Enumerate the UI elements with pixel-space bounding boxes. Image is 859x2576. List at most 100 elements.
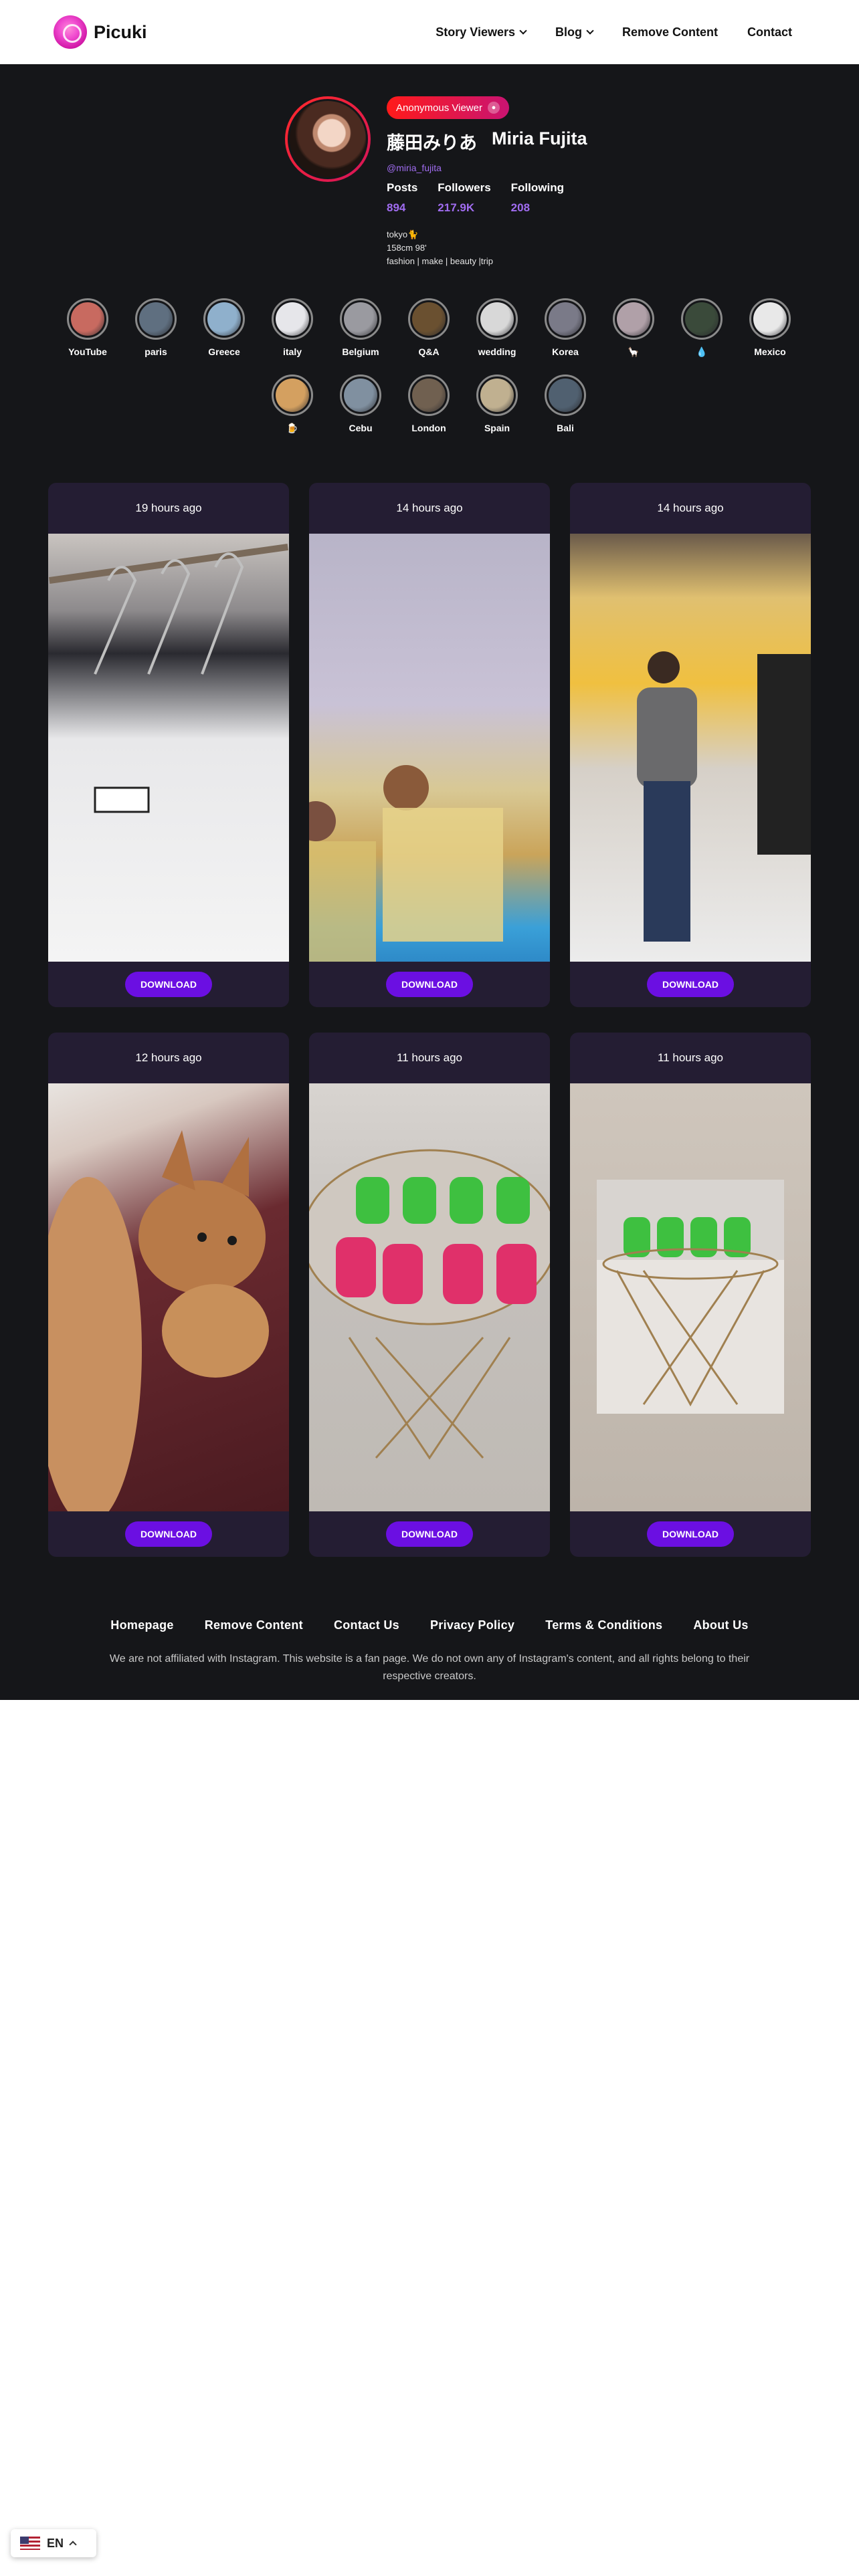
highlight-label: Belgium (342, 346, 379, 357)
nav-story-viewers[interactable]: Story Viewers (436, 25, 527, 39)
highlight-image (549, 379, 582, 412)
highlight-label: YouTube (68, 346, 107, 357)
highlight-item[interactable]: Spain (467, 374, 527, 433)
anonymous-viewer-badge[interactable]: Anonymous Viewer ● (387, 96, 509, 119)
highlight-label: Korea (552, 346, 579, 357)
highlight-thumb (476, 374, 518, 416)
nav-blog[interactable]: Blog (555, 25, 594, 39)
download-button[interactable]: DOWNLOAD (125, 972, 212, 997)
footer-link-remove-content[interactable]: Remove Content (205, 1618, 303, 1632)
highlight-image (276, 302, 309, 336)
post-time: 12 hours ago (135, 1051, 202, 1064)
highlight-item[interactable]: Mexico (740, 298, 800, 357)
highlight-item[interactable]: Cebu (330, 374, 391, 433)
post-image-chihuahua[interactable] (48, 1083, 289, 1511)
profile-stats: Posts 894 Followers 217.9K Following 208 (387, 181, 587, 215)
highlight-item[interactable]: wedding (467, 298, 527, 357)
highlight-image (139, 302, 173, 336)
post-card: 14 hours ago DOWNLOAD (570, 483, 811, 1007)
nav-label: Remove Content (622, 25, 718, 39)
bio-line: fashion | make | beauty |trip (387, 256, 493, 266)
avatar-ring[interactable] (285, 96, 371, 182)
highlight-thumb (408, 298, 450, 340)
footer-links: Homepage Remove Content Contact Us Priva… (0, 1618, 859, 1632)
post-footer: DOWNLOAD (309, 1511, 550, 1557)
highlight-item[interactable]: YouTube (58, 298, 118, 357)
highlight-item[interactable]: Korea (535, 298, 595, 357)
post-image-tshirt-hangers[interactable] (48, 534, 289, 962)
post-time: 11 hours ago (658, 1051, 723, 1064)
highlight-thumb (749, 298, 791, 340)
stat-value: 894 (387, 201, 406, 214)
highlight-thumb (340, 374, 381, 416)
highlight-item[interactable]: italy (262, 298, 322, 357)
highlight-image (617, 302, 650, 336)
post-footer: DOWNLOAD (309, 962, 550, 1007)
download-button[interactable]: DOWNLOAD (386, 972, 473, 997)
highlight-label: Cebu (349, 423, 373, 433)
footer-link-terms[interactable]: Terms & Conditions (545, 1618, 662, 1632)
chevron-down-icon (519, 27, 527, 35)
highlight-label: paris (145, 346, 167, 357)
footer-disclaimer: We are not affiliated with Instagram. Th… (109, 1653, 750, 1682)
language-code: EN (47, 2536, 64, 2550)
highlight-image (480, 302, 514, 336)
highlight-item[interactable]: Q&A (399, 298, 459, 357)
highlight-thumb (545, 374, 586, 416)
nav-label: Contact (747, 25, 792, 39)
footer-link-privacy-policy[interactable]: Privacy Policy (430, 1618, 514, 1632)
nav-contact[interactable]: Contact (747, 25, 792, 39)
post-card: 12 hours ago DOWNLOAD (48, 1033, 289, 1557)
highlight-item[interactable]: paris (126, 298, 186, 357)
stat-value: 217.9K (438, 201, 475, 214)
download-button[interactable]: DOWNLOAD (647, 1521, 734, 1547)
profile-handle[interactable]: @miria_fujita (387, 163, 587, 173)
post-time: 19 hours ago (135, 502, 202, 514)
name-jp: 藤田みりあ (387, 133, 477, 153)
highlight-label: Greece (208, 346, 240, 357)
post-footer: DOWNLOAD (570, 1511, 811, 1557)
highlight-item[interactable]: Greece (194, 298, 254, 357)
highlight-item[interactable]: 🦙 (603, 298, 664, 358)
highlight-thumb (545, 298, 586, 340)
chevron-up-icon (69, 2541, 77, 2549)
highlight-item[interactable]: London (399, 374, 459, 433)
highlight-item[interactable]: Belgium (330, 298, 391, 357)
bio-line: 158cm 98' (387, 243, 427, 253)
highlight-image (412, 379, 446, 412)
post-image-crocs-table[interactable] (309, 1083, 550, 1511)
language-selector[interactable]: EN (11, 2529, 96, 2557)
highlight-item[interactable]: 🍺 (262, 374, 322, 434)
brand[interactable]: Picuki (54, 15, 147, 49)
nav-label: Story Viewers (436, 25, 515, 39)
profile-bio: tokyo🐈 158cm 98' fashion | make | beauty… (387, 228, 587, 268)
footer-link-homepage[interactable]: Homepage (110, 1618, 173, 1632)
post-image-crocs-photo[interactable] (570, 1083, 811, 1511)
highlight-label: 🦙 (628, 346, 640, 357)
selfie-illustration (637, 651, 811, 942)
highlight-thumb (272, 374, 313, 416)
download-button[interactable]: DOWNLOAD (125, 1521, 212, 1547)
download-button[interactable]: DOWNLOAD (647, 972, 734, 997)
footer-link-about-us[interactable]: About Us (693, 1618, 748, 1632)
post-footer: DOWNLOAD (48, 1511, 289, 1557)
highlight-item[interactable]: 💧 (672, 298, 732, 358)
post-time: 11 hours ago (397, 1051, 462, 1064)
highlight-label: italy (282, 346, 302, 357)
post-card: 11 hours ago DOWNLOAD (309, 1033, 550, 1557)
highlight-image (685, 302, 719, 336)
highlight-item[interactable]: Bali (535, 374, 595, 433)
post-image-mirror-selfie[interactable] (570, 534, 811, 962)
stat-posts: Posts 894 (387, 181, 417, 215)
stat-label: Followers (438, 181, 491, 194)
chevron-down-icon (586, 27, 594, 35)
post-image-perfume-bottles[interactable] (309, 534, 550, 962)
nav-remove-content[interactable]: Remove Content (622, 25, 718, 39)
name-en: Miria Fujita (492, 128, 587, 148)
highlight-label: Spain (484, 423, 510, 433)
download-button[interactable]: DOWNLOAD (386, 1521, 473, 1547)
highlight-label: 💧 (696, 346, 708, 357)
footer-link-contact-us[interactable]: Contact Us (334, 1618, 399, 1632)
brand-name: Picuki (94, 21, 147, 42)
us-flag-icon (20, 2537, 40, 2550)
